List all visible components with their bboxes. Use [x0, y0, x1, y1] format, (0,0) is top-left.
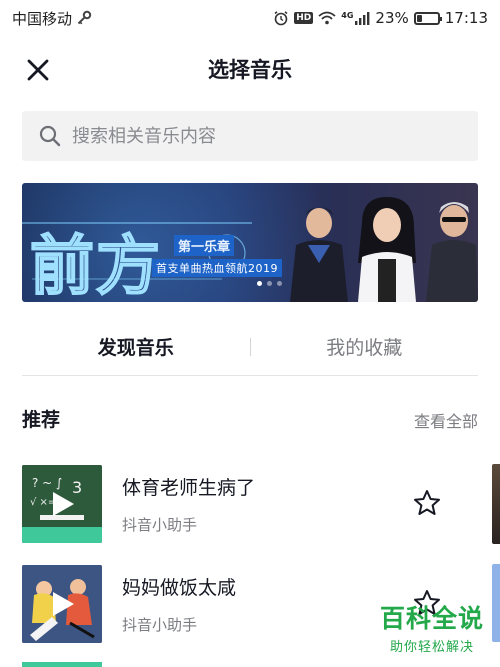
close-button[interactable] — [22, 54, 54, 86]
search-bar[interactable] — [22, 111, 478, 161]
item-text: 体育老师生病了 抖音小助手 — [122, 473, 392, 535]
banner-figure-left — [290, 207, 348, 302]
tab-bar: 发现音乐 我的收藏 — [22, 318, 478, 376]
banner-headline: 前方 — [30, 230, 162, 302]
battery-icon — [413, 11, 442, 25]
watermark: 百科全说 助你轻松解决 — [372, 604, 492, 655]
section-title: 推荐 — [22, 409, 61, 431]
search-input[interactable] — [72, 125, 452, 147]
star-icon — [414, 490, 440, 515]
banner-slogan: 首支单曲热血领航2019 — [152, 259, 282, 277]
favorite-button[interactable] — [412, 488, 442, 518]
music-cover[interactable] — [22, 565, 102, 643]
see-all-link[interactable]: 查看全部 — [414, 408, 478, 432]
search-icon — [39, 125, 61, 147]
play-icon[interactable] — [50, 490, 76, 518]
header: 选择音乐 — [0, 44, 500, 94]
promo-banner[interactable]: 前方 第一乐章 首支单曲热血领航2019 — [22, 183, 478, 302]
hd-badge: HD — [294, 12, 314, 24]
banner-chapter: 第一乐章 — [174, 235, 235, 256]
side-thumbnail[interactable] — [492, 564, 500, 642]
clock: 17:13 — [444, 9, 488, 27]
side-thumbnail[interactable] — [492, 464, 500, 544]
banner-figure-center — [358, 197, 416, 302]
status-bar: 中国移动 HD 4G 23% 17:13 — [0, 0, 500, 36]
music-title: 体育老师生病了 — [122, 477, 256, 499]
tab-discover-music[interactable]: 发现音乐 — [22, 333, 250, 360]
battery-percent: 23% — [375, 9, 409, 27]
banner-artwork: 前方 — [22, 197, 478, 302]
status-right: HD 4G 23% 17:13 — [273, 9, 488, 27]
close-icon — [27, 59, 49, 81]
alarm-icon — [274, 11, 288, 26]
tab-my-favorites[interactable]: 我的收藏 — [251, 333, 479, 360]
watermark-logo: 百科全说 — [379, 604, 484, 633]
next-item-peek — [22, 662, 102, 667]
banner-dot[interactable] — [267, 281, 272, 286]
item-text: 妈妈做饭太咸 抖音小助手 — [122, 573, 392, 635]
wifi-icon — [318, 11, 336, 25]
banner-dot[interactable] — [257, 281, 262, 286]
status-left: 中国移动 — [12, 8, 92, 29]
page-title: 选择音乐 — [208, 58, 292, 82]
banner-pagination — [257, 281, 282, 286]
carrier-name: 中国移动 — [12, 9, 73, 28]
banner-figure-right — [426, 202, 478, 302]
watermark-subtitle: 助你轻松解决 — [389, 640, 474, 655]
key-icon — [77, 10, 92, 25]
svg-text:? ~ ∫: ? ~ ∫ — [32, 476, 62, 490]
banner-dot[interactable] — [277, 281, 282, 286]
list-item[interactable]: ? ~ ∫ 3 √ ×= 体育老师生病了 抖音小助手 — [22, 464, 492, 544]
signal-icon — [355, 12, 370, 25]
music-author: 抖音小助手 — [122, 516, 198, 534]
play-icon[interactable] — [50, 590, 76, 618]
network-type: 4G — [341, 11, 354, 20]
music-title: 妈妈做饭太咸 — [122, 577, 237, 599]
music-author: 抖音小助手 — [122, 616, 198, 634]
music-cover[interactable]: ? ~ ∫ 3 √ ×= — [22, 465, 102, 543]
